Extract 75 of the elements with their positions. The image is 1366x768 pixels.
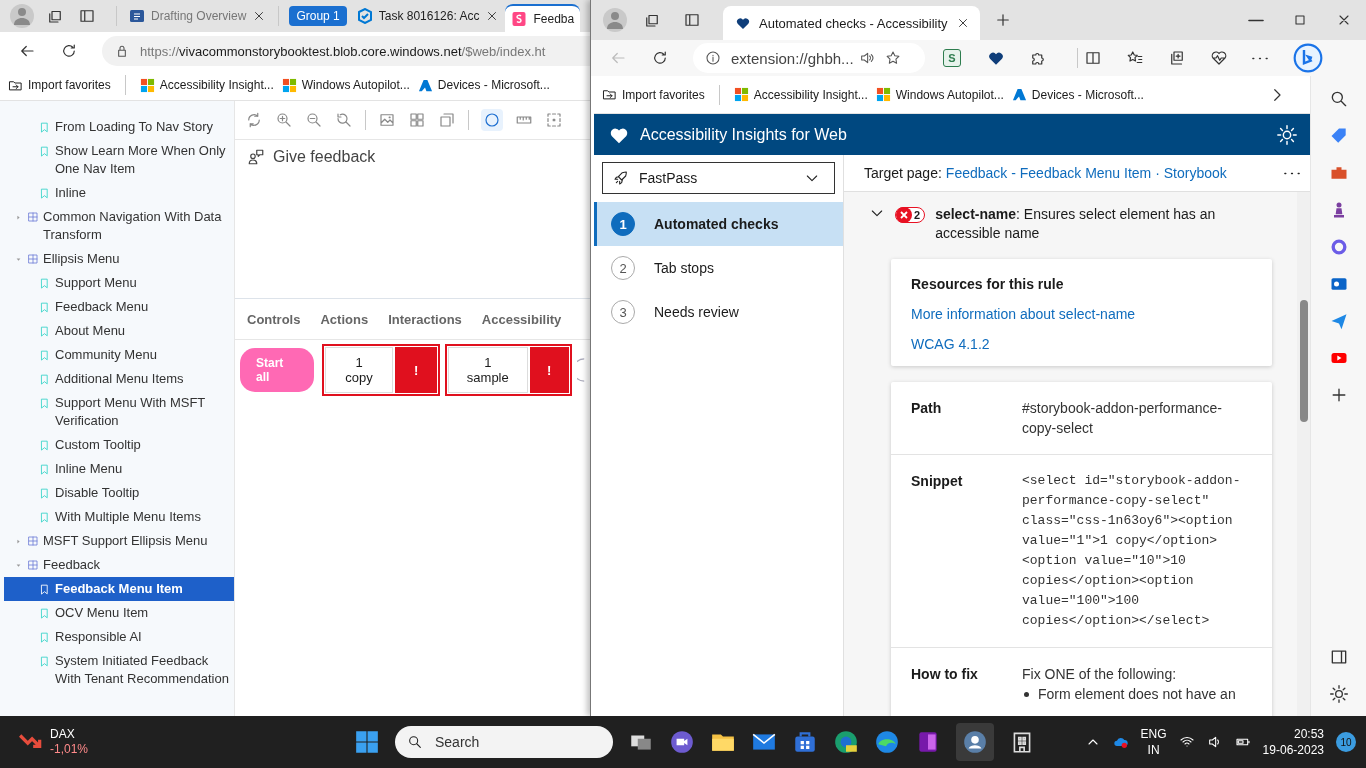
favorite-link[interactable]: Devices - Microsoft... bbox=[1011, 87, 1144, 102]
address-bar[interactable]: https://vivacommonstorybooktest.blob.core.windows.net/$web/index.ht bbox=[102, 36, 590, 66]
mode-dropdown[interactable]: FastPass bbox=[602, 162, 835, 194]
favorite-link[interactable]: Import favorites bbox=[602, 87, 705, 102]
tree-item[interactable]: About Menu bbox=[4, 319, 234, 343]
stock-widget[interactable]: DAX -1,01% bbox=[0, 727, 338, 757]
favorite-link[interactable]: Accessibility Insight... bbox=[139, 77, 274, 93]
addon-tab[interactable]: Controls bbox=[247, 311, 301, 327]
card-heading: Resources for this rule bbox=[911, 276, 1065, 292]
url-text: https://vivacommonstorybooktest.blob.core.windows.net/$web/index.ht bbox=[140, 43, 546, 59]
notification-badge[interactable]: 10 bbox=[1336, 732, 1356, 752]
detail-value: Fix ONE of the following: bbox=[1022, 665, 1178, 684]
detail-label: Snippet bbox=[911, 472, 964, 491]
favorite-link[interactable]: Windows Autopilot... bbox=[875, 87, 1004, 102]
tree-item[interactable]: Inline Menu bbox=[4, 457, 234, 481]
tree-item[interactable]: Feedback Menu bbox=[4, 295, 234, 319]
tree-item[interactable]: Feedback bbox=[4, 553, 234, 577]
ticker-change: -1,01% bbox=[50, 742, 89, 757]
metric-selector[interactable]: 1 sample ! bbox=[445, 344, 572, 396]
tree-item[interactable]: Disable Tooltip bbox=[4, 481, 234, 505]
tree-item[interactable]: With Multiple Menu Items bbox=[4, 505, 234, 529]
tree-item[interactable]: Support Menu With MSFT Verification bbox=[4, 391, 234, 433]
browser-tab[interactable]: Task 8016126: Acc bbox=[350, 2, 506, 30]
give-feedback-button[interactable]: Give feedback bbox=[247, 148, 376, 166]
metric-value: 1 sample bbox=[448, 347, 528, 393]
alert-badge: ! bbox=[529, 347, 569, 393]
browser-tab[interactable]: Automated checks - Accessibility bbox=[723, 6, 980, 40]
detail-label: Path bbox=[911, 399, 943, 418]
tree-item[interactable]: System Initiated Feedback With Tenant Recommendation bbox=[4, 649, 234, 691]
language-indicator[interactable]: ENG IN bbox=[1140, 726, 1167, 758]
tree-item[interactable]: Show Learn More When Only One Nav Item bbox=[4, 139, 234, 181]
nav-item[interactable]: 1 Automated checks bbox=[594, 202, 843, 246]
extension-button[interactable]: S bbox=[943, 49, 961, 67]
code-snippet: <select id="storybook-addon-performance-copy-select" class="css-1n63oy6"><option value="1">1 copy</option><option value="10">10 copies</option><option value="100">100 copies</option></select> bbox=[1022, 472, 1242, 630]
nav-item[interactable]: 2 Tab stops bbox=[594, 246, 843, 290]
detail-value: #storybook-addon-performance-copy-select bbox=[1022, 399, 1223, 438]
detail-label: How to fix bbox=[911, 665, 979, 684]
tree-item[interactable]: MSFT Support Ellipsis Menu bbox=[4, 529, 234, 553]
tree-item[interactable]: OCV Menu Item bbox=[4, 601, 234, 625]
nav-item[interactable]: 3 Needs review bbox=[594, 290, 843, 334]
alert-badge: ! bbox=[395, 347, 437, 393]
tree-item[interactable]: From Loading To Nav Story bbox=[4, 115, 234, 139]
browser-tab[interactable]: Feedba bbox=[505, 4, 581, 32]
favorite-link[interactable]: Devices - Microsoft... bbox=[417, 77, 550, 93]
addon-tab[interactable]: Actions bbox=[320, 311, 369, 327]
address-bar[interactable]: extension://ghbh... bbox=[693, 43, 925, 73]
tree-item[interactable]: Community Menu bbox=[4, 343, 234, 367]
favorite-link[interactable]: Windows Autopilot... bbox=[281, 77, 410, 93]
tree-item[interactable]: Custom Tooltip bbox=[4, 433, 234, 457]
search-field[interactable]: Search bbox=[395, 726, 613, 758]
resource-link[interactable]: WCAG 4.1.2 bbox=[911, 336, 1252, 352]
favorite-link[interactable]: Import favorites bbox=[8, 77, 111, 93]
tree-item[interactable]: Feedback Menu Item bbox=[4, 577, 234, 601]
tree-item[interactable]: Responsible AI bbox=[4, 625, 234, 649]
tree-item[interactable]: Common Navigation With Data Transform bbox=[4, 205, 234, 247]
addon-tab[interactable]: Accessibility bbox=[481, 311, 562, 327]
tree-item[interactable]: Additional Menu Items bbox=[4, 367, 234, 391]
metric-value: 1 copy bbox=[325, 347, 394, 393]
tab-group-label[interactable]: Group 1 bbox=[289, 6, 347, 26]
target-page-link[interactable]: Feedback - Feedback Menu Item · Storybook bbox=[945, 165, 1227, 181]
target-label: Target page: bbox=[864, 165, 942, 181]
failure-count-badge: 2 bbox=[895, 207, 926, 223]
metric-selector[interactable]: 1 copy ! bbox=[322, 344, 440, 396]
favorite-link[interactable]: Accessibility Insight... bbox=[733, 87, 868, 102]
app-title: Accessibility Insights for Web bbox=[640, 125, 847, 144]
clock[interactable]: 20:53 19-06-2023 bbox=[1262, 726, 1324, 758]
ticker-name: DAX bbox=[50, 727, 76, 742]
addon-tab[interactable]: Interactions bbox=[388, 311, 462, 327]
tree-item[interactable]: Inline bbox=[4, 181, 234, 205]
tree-item[interactable]: Support Menu bbox=[4, 271, 234, 295]
rule-description: select-name: Ensures select element has an accessible name bbox=[935, 205, 1217, 243]
browser-tab[interactable]: Drafting Overview bbox=[123, 2, 273, 30]
tree-item[interactable]: Ellipsis Menu bbox=[4, 247, 234, 271]
list-item: Form element does not have an bbox=[1022, 684, 1250, 704]
resource-link[interactable]: More information about select-name bbox=[911, 306, 1252, 322]
